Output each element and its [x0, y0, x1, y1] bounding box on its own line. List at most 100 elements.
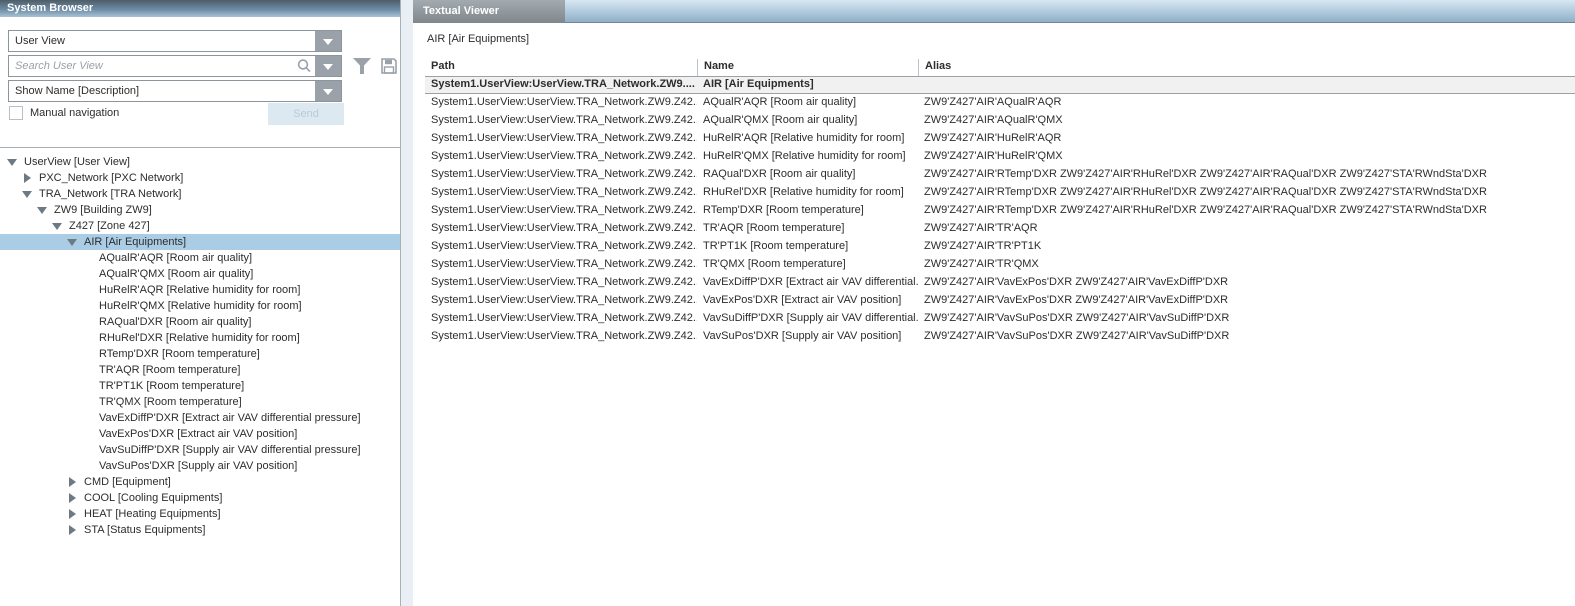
tree-item[interactable]: RHuRel'DXR [Relative humidity for room] [0, 330, 400, 346]
tree-expander-icon[interactable] [82, 429, 93, 440]
tree-item-label: VavSuDiffP'DXR [Supply air VAV different… [99, 444, 361, 456]
tree-expander-icon[interactable] [82, 365, 93, 376]
tab-textual-viewer[interactable]: Textual Viewer [413, 0, 565, 23]
tree-item[interactable]: TR'QMX [Room temperature] [0, 394, 400, 410]
tree-item[interactable]: ZW9 [Building ZW9] [0, 202, 400, 218]
tree-item[interactable]: Z427 [Zone 427] [0, 218, 400, 234]
column-header-alias[interactable]: Alias [918, 59, 1575, 76]
tree-expander-icon[interactable] [82, 317, 93, 328]
tree-expander-icon[interactable] [37, 205, 48, 216]
cell-alias [918, 77, 1575, 93]
table-row[interactable]: System1.UserView:UserView.TRA_Network.ZW… [425, 292, 1575, 310]
tree-item-label: VavSuPos'DXR [Supply air VAV position] [99, 460, 297, 472]
table-row[interactable]: System1.UserView:UserView.TRA_Network.ZW… [425, 310, 1575, 328]
tree-item[interactable]: PXC_Network [PXC Network] [0, 170, 400, 186]
table-row[interactable]: System1.UserView:UserView.TRA_Network.ZW… [425, 202, 1575, 220]
table-row[interactable]: System1.UserView:UserView.TRA_Network.ZW… [425, 238, 1575, 256]
chevron-down-icon[interactable] [315, 81, 341, 101]
tree-item-label: AIR [Air Equipments] [84, 236, 186, 248]
tree-expander-icon[interactable] [82, 333, 93, 344]
tree-item-label: CMD [Equipment] [84, 476, 171, 488]
cell-name: RHuRel'DXR [Relative humidity for room] [697, 184, 918, 202]
table-row[interactable]: System1.UserView:UserView.TRA_Network.ZW… [425, 328, 1575, 346]
column-header-path[interactable]: Path [425, 59, 697, 76]
tree-expander-icon[interactable] [52, 221, 63, 232]
table-row[interactable]: System1.UserView:UserView.TRA_Network.ZW… [425, 112, 1575, 130]
tree-item[interactable]: STA [Status Equipments] [0, 522, 400, 538]
cell-name: HuRelR'QMX [Relative humidity for room] [697, 148, 918, 166]
tree-expander-icon[interactable] [67, 525, 78, 536]
tree-expander-icon[interactable] [22, 173, 33, 184]
system-browser-tree: UserView [User View] PXC_Network [PXC Ne… [0, 147, 400, 606]
cell-name: TR'PT1K [Room temperature] [697, 238, 918, 256]
table-row[interactable]: System1.UserView:UserView.TRA_Network.ZW… [425, 274, 1575, 292]
tree-expander-icon[interactable] [67, 237, 78, 248]
system-browser-panel: System Browser User View Show Name [Desc… [0, 0, 401, 606]
tree-item[interactable]: RTemp'DXR [Room temperature] [0, 346, 400, 362]
display-mode-selector[interactable]: Show Name [Description] [8, 80, 342, 102]
tree-expander-icon[interactable] [82, 445, 93, 456]
cell-path: System1.UserView:UserView.TRA_Network.ZW… [425, 220, 697, 238]
cell-alias: ZW9'Z427'AIR'VavSuPos'DXR ZW9'Z427'AIR'V… [918, 310, 1575, 328]
column-header-name[interactable]: Name [697, 59, 918, 76]
tree-expander-icon[interactable] [22, 189, 33, 200]
filter-icon[interactable] [352, 57, 372, 75]
textual-viewer-panel: Textual Viewer AIR [Air Equipments] Path… [413, 0, 1575, 606]
send-button[interactable]: Send [268, 103, 344, 125]
tree-item[interactable]: AQualR'AQR [Room air quality] [0, 250, 400, 266]
chevron-down-icon[interactable] [315, 31, 341, 51]
cell-name: VavExPos'DXR [Extract air VAV position] [697, 292, 918, 310]
tree-item-label: TR'QMX [Room temperature] [99, 396, 242, 408]
tree-item[interactable]: HuRelR'AQR [Relative humidity for room] [0, 282, 400, 298]
tree-item[interactable]: CMD [Equipment] [0, 474, 400, 490]
tree-item[interactable]: VavSuPos'DXR [Supply air VAV position] [0, 458, 400, 474]
tree-item[interactable]: AQualR'QMX [Room air quality] [0, 266, 400, 282]
tree-expander-icon[interactable] [82, 301, 93, 312]
cell-path: System1.UserView:UserView.TRA_Network.ZW… [425, 166, 697, 184]
chevron-down-icon[interactable] [315, 56, 341, 76]
tree-expander-icon[interactable] [82, 269, 93, 280]
tree-expander-icon[interactable] [82, 461, 93, 472]
tree-item[interactable]: VavExPos'DXR [Extract air VAV position] [0, 426, 400, 442]
tree-item-label: HuRelR'QMX [Relative humidity for room] [99, 300, 302, 312]
tree-item[interactable]: TRA_Network [TRA Network] [0, 186, 400, 202]
tree-item[interactable]: HEAT [Heating Equipments] [0, 506, 400, 522]
table-row[interactable]: System1.UserView:UserView.TRA_Network.ZW… [425, 148, 1575, 166]
tree-expander-icon[interactable] [82, 349, 93, 360]
table-row[interactable]: System1.UserView:UserView.TRA_Network.ZW… [425, 76, 1575, 94]
table-row[interactable]: System1.UserView:UserView.TRA_Network.ZW… [425, 130, 1575, 148]
tree-expander-icon[interactable] [82, 285, 93, 296]
tree-item[interactable]: VavExDiffP'DXR [Extract air VAV differen… [0, 410, 400, 426]
table-row[interactable]: System1.UserView:UserView.TRA_Network.ZW… [425, 166, 1575, 184]
tree-expander-icon[interactable] [7, 157, 18, 168]
tree-item[interactable]: RAQual'DXR [Room air quality] [0, 314, 400, 330]
search-input[interactable] [9, 60, 295, 72]
tree-item[interactable]: HuRelR'QMX [Relative humidity for room] [0, 298, 400, 314]
table-row[interactable]: System1.UserView:UserView.TRA_Network.ZW… [425, 94, 1575, 112]
manual-navigation-checkbox[interactable] [9, 106, 23, 120]
tree-expander-icon[interactable] [67, 509, 78, 520]
tree-expander-icon[interactable] [82, 413, 93, 424]
tree-item[interactable]: COOL [Cooling Equipments] [0, 490, 400, 506]
table-row[interactable]: System1.UserView:UserView.TRA_Network.ZW… [425, 184, 1575, 202]
tree-item-label: RAQual'DXR [Room air quality] [99, 316, 252, 328]
view-selector[interactable]: User View [8, 30, 342, 52]
tree-expander-icon[interactable] [82, 253, 93, 264]
tree-item[interactable]: VavSuDiffP'DXR [Supply air VAV different… [0, 442, 400, 458]
tree-item[interactable]: TR'AQR [Room temperature] [0, 362, 400, 378]
table-row[interactable]: System1.UserView:UserView.TRA_Network.ZW… [425, 256, 1575, 274]
cell-path: System1.UserView:UserView.TRA_Network.ZW… [425, 202, 697, 220]
tree-item-label: RTemp'DXR [Room temperature] [99, 348, 260, 360]
tree-item[interactable]: UserView [User View] [0, 154, 400, 170]
tree-item[interactable]: TR'PT1K [Room temperature] [0, 378, 400, 394]
tree-expander-icon[interactable] [82, 381, 93, 392]
tree-item-label: AQualR'AQR [Room air quality] [99, 252, 252, 264]
tree-item[interactable]: AIR [Air Equipments] [0, 234, 400, 250]
table-body: System1.UserView:UserView.TRA_Network.ZW… [425, 76, 1575, 346]
save-icon[interactable] [380, 57, 400, 75]
tree-expander-icon[interactable] [82, 397, 93, 408]
cell-name: VavSuDiffP'DXR [Supply air VAV different… [697, 310, 918, 328]
tree-expander-icon[interactable] [67, 493, 78, 504]
tree-expander-icon[interactable] [67, 477, 78, 488]
table-row[interactable]: System1.UserView:UserView.TRA_Network.ZW… [425, 220, 1575, 238]
